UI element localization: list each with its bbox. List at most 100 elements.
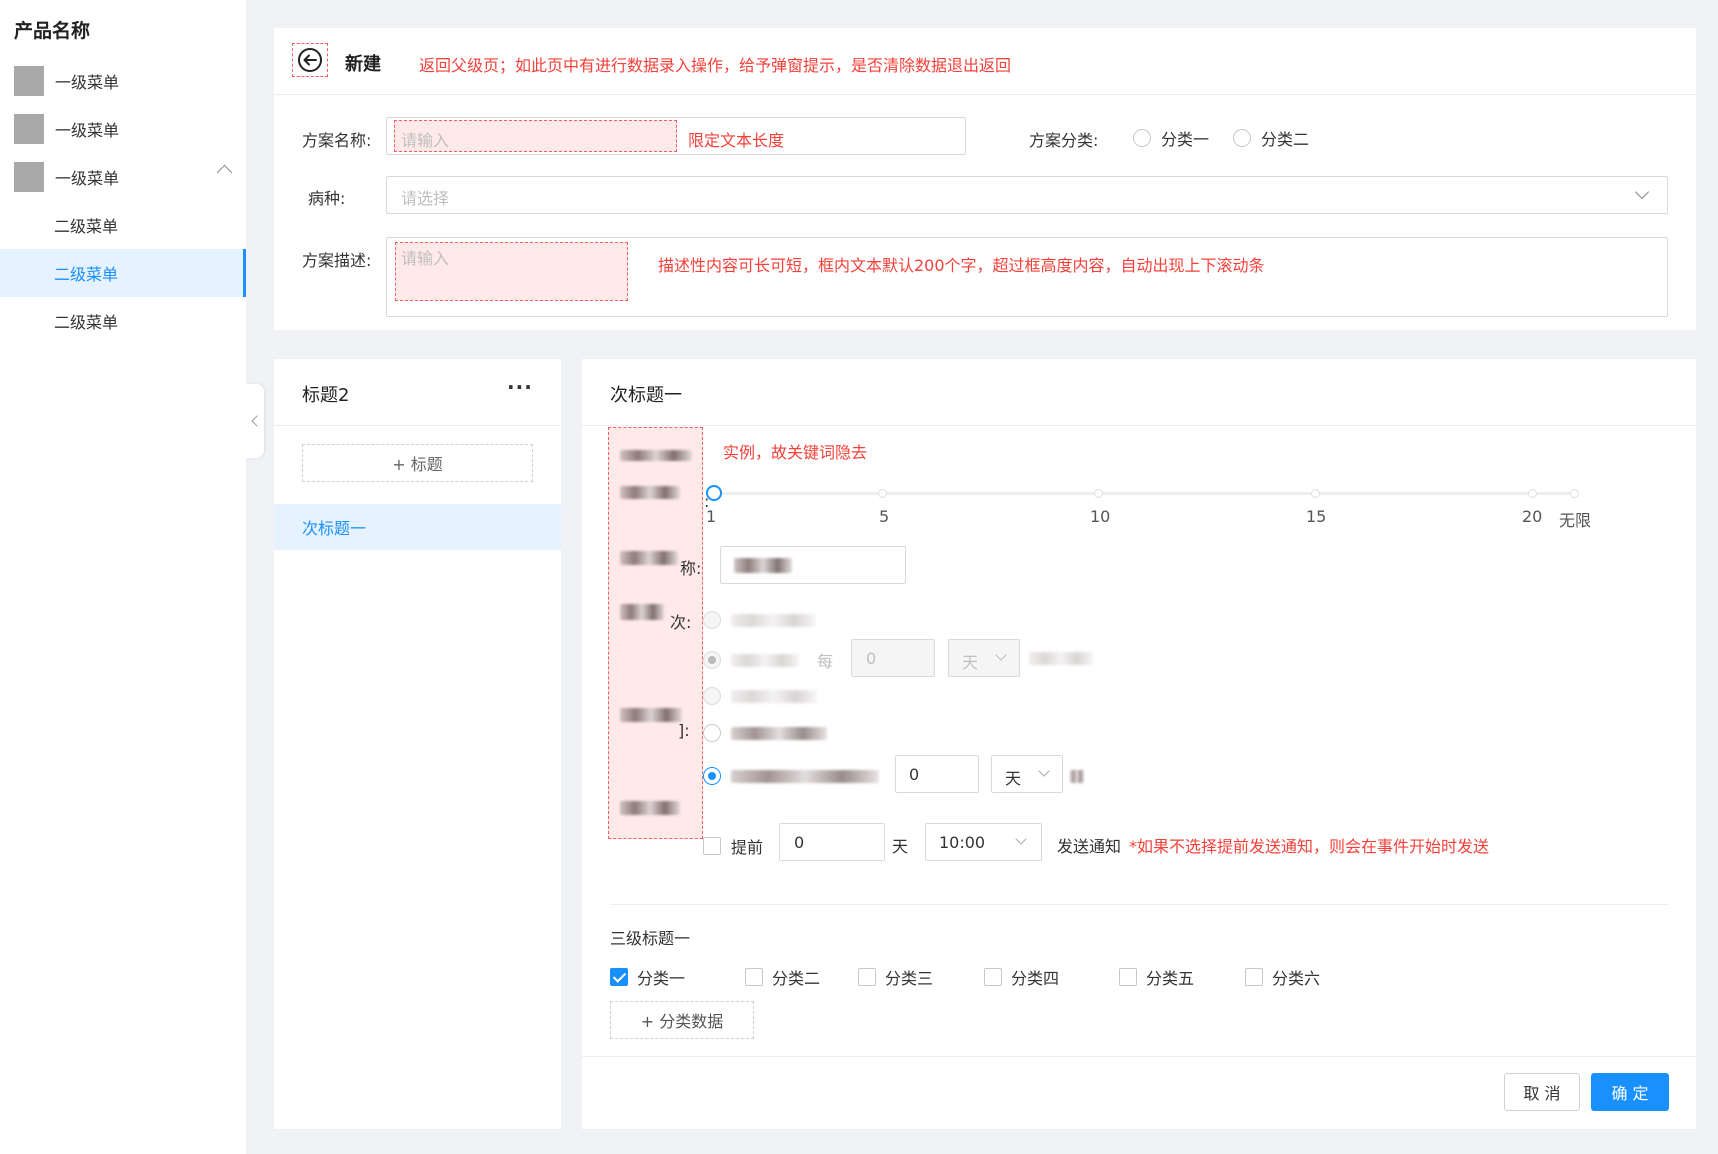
sidebar-level1-item[interactable]: 一级菜单: [14, 59, 244, 103]
count-slider-track[interactable]: [706, 485, 1579, 501]
cancel-button[interactable]: 取 消: [1504, 1073, 1580, 1111]
radio-icon: [1233, 129, 1251, 147]
more-icon[interactable]: ···: [507, 375, 533, 399]
select-value: 天: [1005, 769, 1022, 788]
blurred-label: [620, 486, 680, 499]
blurred-option: [731, 689, 817, 703]
notify-time-select[interactable]: 10:00: [925, 823, 1042, 861]
sidebar-collapse-button[interactable]: [246, 384, 264, 458]
time-radio-1[interactable]: [703, 724, 827, 742]
detail-panel: 次标题一 实例，故关键词隐去 : 1 5 10 15 20 无限 称: 次: 每: [582, 359, 1696, 1129]
checkbox-label: 分类一: [637, 969, 686, 988]
blurred-option: [731, 653, 799, 667]
checkbox-checked-icon: [610, 968, 628, 986]
divider: [582, 425, 1696, 426]
sidebar-level1-item-expanded[interactable]: 一级菜单: [14, 155, 244, 199]
checkbox-icon: [745, 968, 763, 986]
chevron-left-icon: [250, 415, 263, 427]
field-label-suffix: 称:: [680, 559, 702, 578]
slider-tick: [1570, 489, 1579, 498]
followup-name-input[interactable]: [720, 546, 906, 584]
field-label-suffix: 次:: [670, 613, 692, 632]
annotation-highlight: 请输入: [394, 120, 677, 152]
checkbox-label: 分类五: [1146, 969, 1195, 988]
hidden-keywords-highlight: [608, 427, 703, 839]
checkbox-label: 分类六: [1272, 969, 1321, 988]
section-title: 三级标题一: [610, 929, 691, 948]
blurred-value: [734, 558, 792, 573]
chevron-down-icon: [995, 649, 1007, 661]
chevron-down-icon: [1038, 765, 1050, 777]
title-list-item-active[interactable]: 次标题一: [274, 504, 561, 550]
category-radio-2[interactable]: 分类二: [1233, 126, 1309, 150]
freq-radio-1[interactable]: [703, 611, 815, 629]
blurred-label: [620, 708, 682, 722]
radio-icon: [703, 651, 721, 669]
every-label: 每: [817, 652, 834, 671]
sidebar-level2-item[interactable]: 二级菜单: [0, 297, 246, 345]
blurred-option: [731, 769, 879, 783]
time-unit-select[interactable]: 天: [991, 755, 1063, 793]
panel-title: 标题2: [302, 385, 350, 406]
plan-desc-label: 方案描述:: [302, 251, 372, 270]
sidebar-level2-item-active[interactable]: 二级菜单: [0, 249, 246, 297]
back-button[interactable]: [292, 43, 328, 77]
category-radio-1[interactable]: 分类一: [1133, 126, 1209, 150]
sidebar-level1-item[interactable]: 一级菜单: [14, 107, 244, 151]
hidden-annotation: 实例，故关键词隐去: [723, 443, 868, 462]
notify-days-input[interactable]: 0: [779, 823, 885, 861]
title-list-panel: 标题2 ··· + 标题 次标题一: [274, 359, 561, 1129]
confirm-button[interactable]: 确 定: [1591, 1073, 1669, 1111]
sidebar: 产品名称 一级菜单 一级菜单 一级菜单 二级菜单 二级菜单 二级菜单: [0, 0, 246, 1154]
add-category-button[interactable]: + 分类数据: [610, 1001, 754, 1039]
plan-desc-textarea[interactable]: 请输入 描述性内容可长可短，框内文本默认200个字，超过框高度内容，自动出现上下…: [386, 237, 1668, 317]
input-value: 0: [866, 649, 877, 668]
sidebar-level2-item[interactable]: 二级菜单: [0, 201, 246, 249]
freq-every-input[interactable]: 0: [851, 639, 935, 677]
blurred-option: [731, 726, 827, 740]
slider-tick-label: 无限: [1559, 511, 1592, 530]
input-placeholder: 请输入: [401, 131, 450, 150]
add-title-button[interactable]: + 标题: [302, 444, 533, 482]
checkbox-icon: [1119, 968, 1137, 986]
radio-icon: [1133, 129, 1151, 147]
menu-icon: [14, 66, 44, 96]
freq-unit-select[interactable]: 天: [948, 639, 1020, 677]
radio-label: 分类二: [1261, 130, 1310, 149]
category-checkbox-4[interactable]: 分类四: [984, 965, 1059, 989]
slider-tick-label: 5: [879, 507, 890, 526]
blurred-label: [620, 450, 692, 461]
freq-radio-2[interactable]: 每: [703, 648, 833, 672]
radio-icon: [703, 767, 721, 785]
category-checkbox-5[interactable]: 分类五: [1119, 965, 1194, 989]
category-checkbox-3[interactable]: 分类三: [858, 965, 933, 989]
category-checkbox-2[interactable]: 分类二: [745, 965, 820, 989]
panel-title: 次标题一: [610, 385, 682, 406]
slider-tick-label: 1: [706, 507, 717, 526]
plan-category-label: 方案分类:: [1029, 131, 1099, 150]
category-checkbox-6[interactable]: 分类六: [1245, 965, 1320, 989]
sidebar-item-label: 一级菜单: [55, 73, 120, 92]
radio-label: 分类一: [1161, 130, 1210, 149]
plan-name-input[interactable]: 请输入 限定文本长度: [386, 117, 966, 155]
notify-unit: 天: [892, 837, 909, 856]
slider-tick: [1094, 489, 1103, 498]
notify-annotation: *如果不选择提前发送通知，则会在事件开始时发送: [1129, 837, 1490, 856]
back-arrow-icon: [298, 48, 322, 72]
checkbox-icon: [858, 968, 876, 986]
select-value: 天: [962, 653, 979, 672]
annotation-highlight: 请输入: [395, 242, 628, 301]
freq-radio-3[interactable]: [703, 687, 817, 705]
slider-tick-label: 10: [1090, 507, 1111, 526]
select-placeholder: 请选择: [401, 189, 450, 208]
disease-select[interactable]: 请选择: [386, 176, 1668, 214]
time-radio-2[interactable]: [703, 767, 879, 785]
checkbox-label: 提前: [731, 838, 764, 857]
menu-icon: [14, 114, 44, 144]
category-checkbox-1[interactable]: 分类一: [610, 965, 685, 989]
slider-handle[interactable]: [706, 485, 722, 501]
input-value: 0: [794, 833, 805, 852]
notify-advance-checkbox[interactable]: 提前: [703, 834, 763, 858]
chevron-up-icon: [216, 164, 233, 181]
time-after-input[interactable]: 0: [895, 755, 979, 793]
